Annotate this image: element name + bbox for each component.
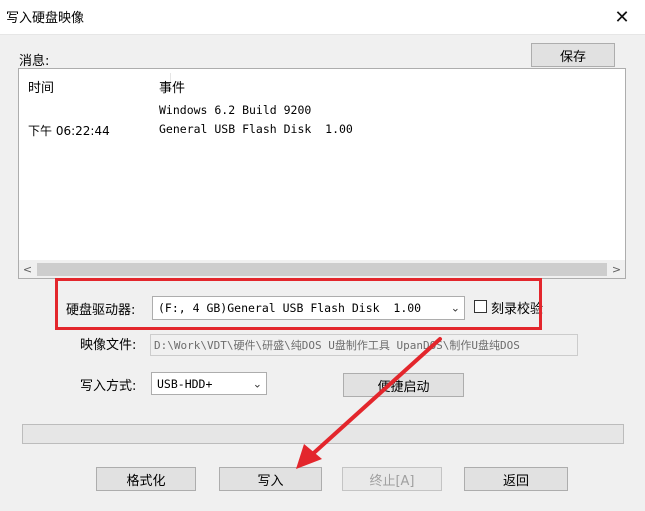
annotation-arrow-icon — [296, 337, 442, 469]
